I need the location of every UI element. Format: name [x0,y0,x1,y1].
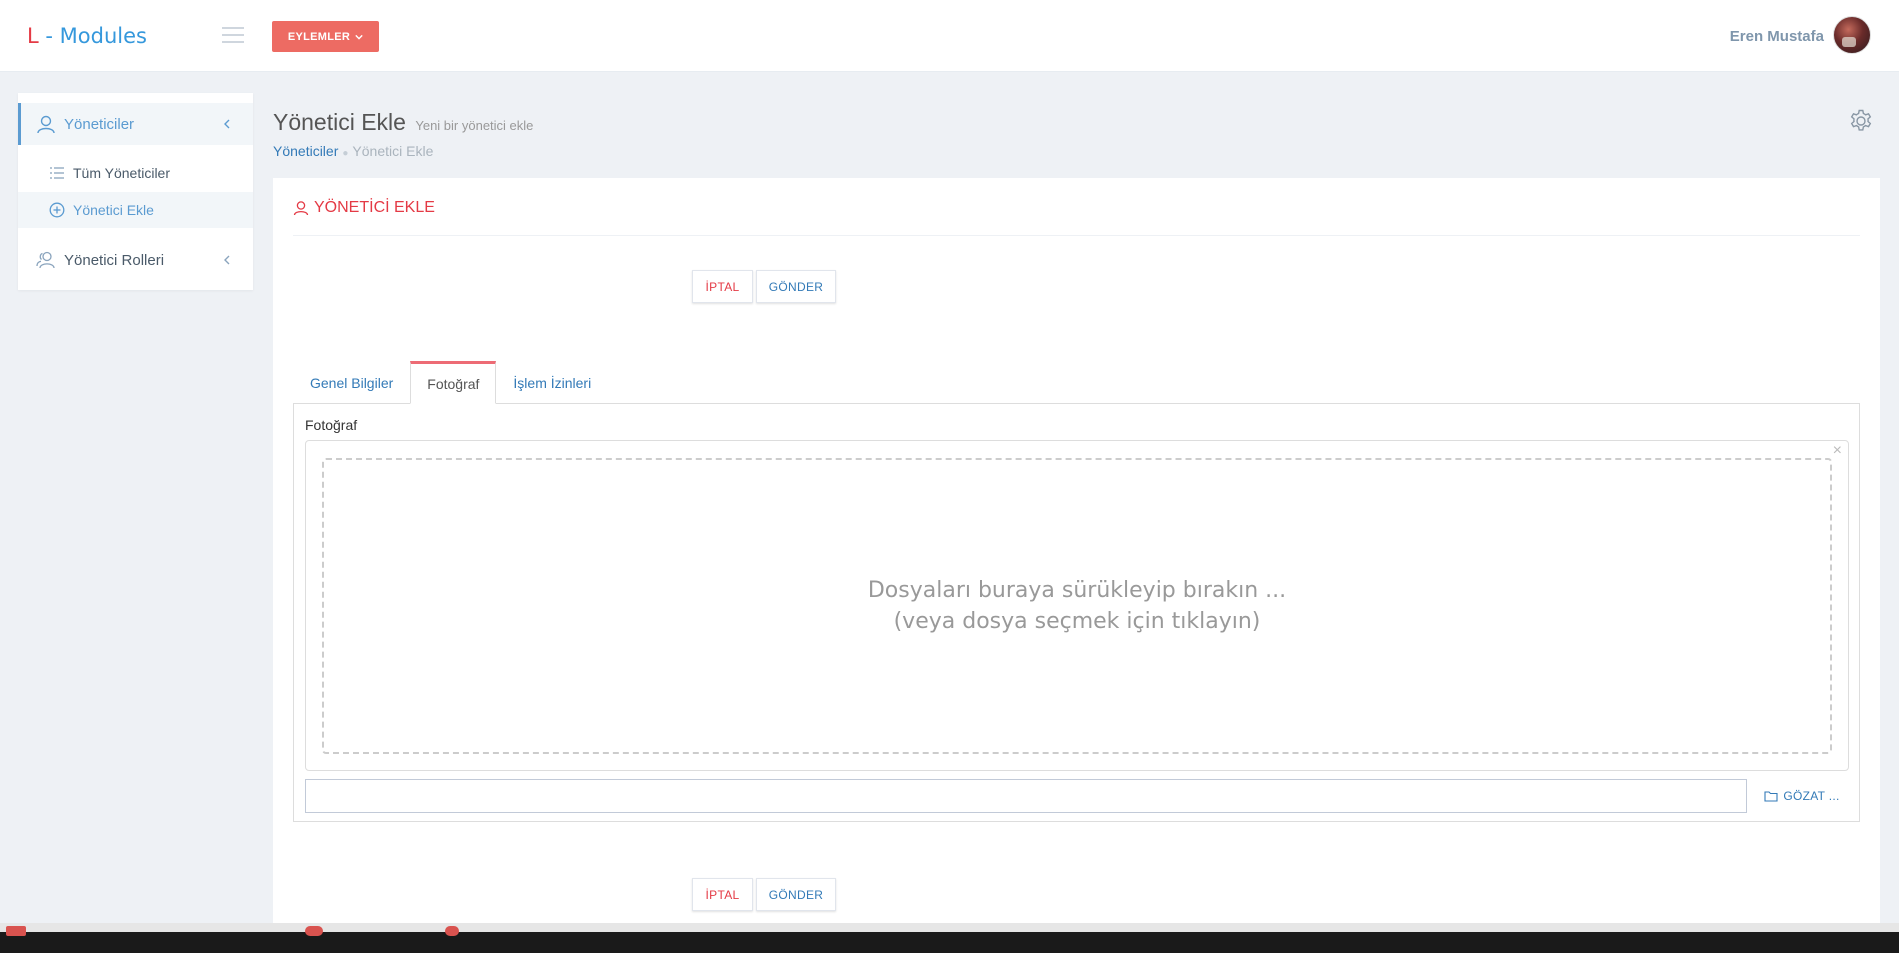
tab-permissions[interactable]: İşlem İzinleri [496,361,608,404]
sidebar-subitem-label: Tüm Yöneticiler [73,165,171,181]
logo-name: Modules [59,24,147,48]
logo-dash: - [38,24,60,48]
status-badge [6,926,26,936]
sidebar: Yöneticiler Tüm Yöneticiler Yönetici Ekl… [18,93,253,290]
browse-button[interactable]: GÖZAT ... [1755,779,1849,813]
user-name[interactable]: Eren Mustafa [1730,28,1824,45]
user-icon [37,115,55,134]
chevron-left-icon [224,255,230,265]
submit-button-bottom[interactable]: GÖNDER [756,878,836,911]
browse-label: GÖZAT ... [1783,789,1840,803]
top-header: L - Modules EYLEMLER Eren Mustafa [0,0,1899,72]
gear-icon[interactable] [1848,108,1874,134]
bottom-status-bar [0,923,1899,953]
tab-photo[interactable]: Fotoğraf [410,361,497,404]
user-icon [293,201,309,216]
close-icon[interactable]: × [1833,443,1842,459]
breadcrumb-current: Yönetici Ekle [352,143,434,159]
sidebar-item-label: Yönetici Rolleri [64,251,165,269]
photo-field-label: Fotoğraf [305,417,358,433]
sidebar-item-label: Yöneticiler [64,115,135,133]
breadcrumb-link[interactable]: Yöneticiler [273,143,338,159]
status-bar-fade [0,923,1899,932]
page-title: Yönetici Ekle Yeni bir yönetici ekle [273,109,533,136]
sidebar-subitem-add-admin[interactable]: Yönetici Ekle [18,192,253,228]
tab-general-info[interactable]: Genel Bilgiler [293,361,410,404]
file-preview-area: × Dosyaları buraya sürükleyip bırakın ..… [305,440,1849,771]
list-icon [50,167,64,179]
sidebar-item-admin-roles[interactable]: Yönetici Rolleri [18,239,253,281]
submit-button[interactable]: GÖNDER [756,270,836,303]
menu-toggle-icon[interactable] [222,27,244,43]
admin-form-portlet: YÖNETİCİ EKLE İPTAL GÖNDER Genel Bilgile… [273,178,1880,953]
actions-label: EYLEMLER [287,30,351,43]
logo-prefix: L [27,24,39,48]
avatar[interactable] [1833,16,1871,54]
photo-tab-pane: Fotoğraf × Dosyaları buraya sürükleyip b… [293,403,1860,822]
portlet-title: YÖNETİCİ EKLE [293,199,435,217]
breadcrumb: Yöneticiler ● Yönetici Ekle [273,143,433,159]
users-icon [36,251,55,269]
status-badge [445,926,459,936]
plus-circle-icon [49,202,65,218]
file-caption-input[interactable] [305,779,1747,813]
dropzone-text: Dosyaları buraya sürükleyip bırakın ... [867,578,1287,603]
cancel-button[interactable]: İPTAL [692,270,753,303]
divider [293,235,1860,236]
sidebar-subitem-all-admins[interactable]: Tüm Yöneticiler [18,155,253,191]
chevron-down-icon [355,34,363,40]
page-subtitle: Yeni bir yönetici ekle [415,118,534,133]
cancel-button-bottom[interactable]: İPTAL [692,878,753,911]
file-dropzone[interactable]: Dosyaları buraya sürükleyip bırakın ... … [322,458,1832,754]
app-logo[interactable]: L - Modules [27,24,147,48]
tab-bar: Genel Bilgiler Fotoğraf İşlem İzinleri [293,361,608,404]
dropzone-hint: (veya dosya seçmek için tıklayın) [893,609,1261,634]
status-badge [305,926,323,936]
sidebar-item-yoneticiler[interactable]: Yöneticiler [18,103,253,145]
portlet-title-text: YÖNETİCİ EKLE [314,199,435,216]
sidebar-subitem-label: Yönetici Ekle [73,202,154,218]
actions-dropdown-button[interactable]: EYLEMLER [272,21,379,52]
page-title-text: Yönetici Ekle [273,109,406,135]
folder-icon [1764,791,1778,802]
breadcrumb-separator-icon: ● [342,148,349,159]
chevron-left-icon [224,119,230,129]
